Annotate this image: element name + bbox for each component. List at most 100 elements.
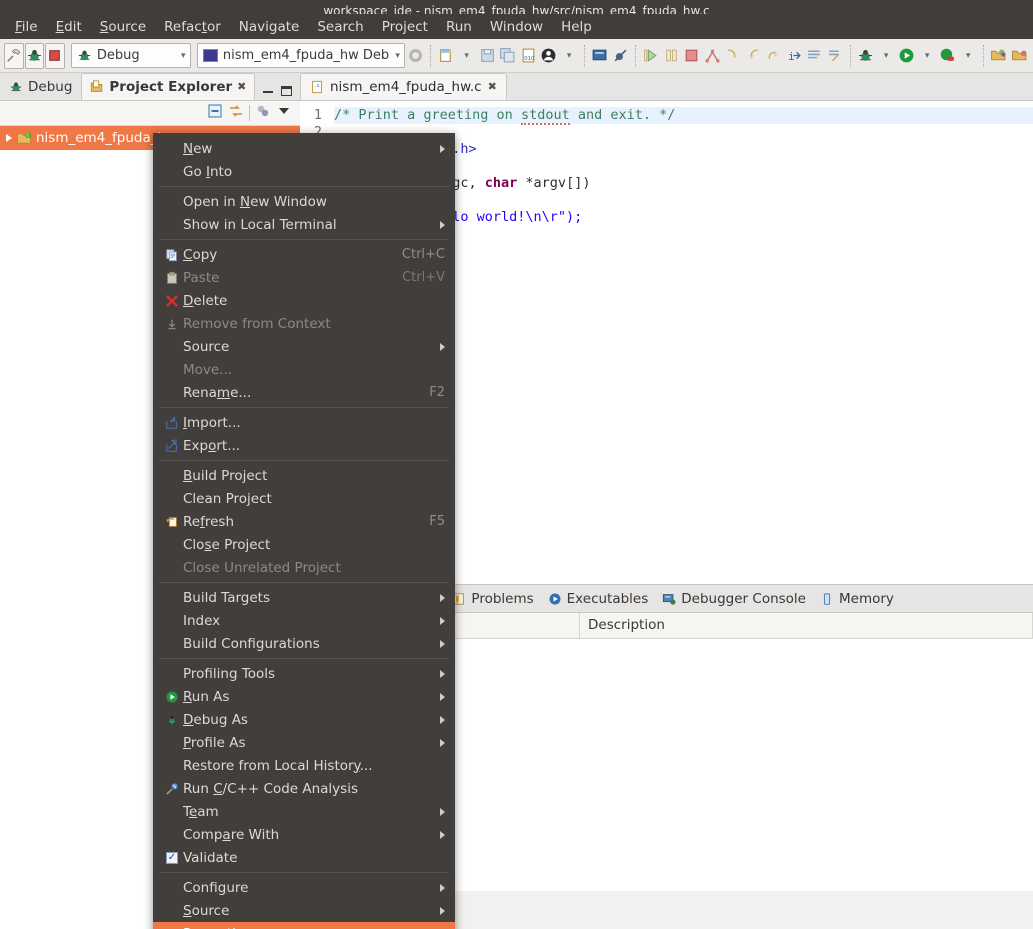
step-over-icon[interactable]: [743, 43, 763, 69]
view-menu-icon[interactable]: [276, 103, 292, 123]
profile-launch-icon[interactable]: [938, 43, 958, 69]
context-menu-item-debug-as[interactable]: Debug As: [153, 708, 455, 731]
bottom-tab-problems[interactable]: Problems: [445, 585, 540, 612]
new-dropdown-chevron-icon[interactable]: ▾: [457, 43, 477, 69]
executables-icon: [549, 592, 561, 605]
context-menu-item-open-in-new-window[interactable]: Open in New Window: [153, 190, 455, 213]
menu-help[interactable]: Help: [552, 17, 601, 37]
context-menu-item-label: Build Targets: [183, 589, 270, 606]
context-menu-item-properties[interactable]: Properties: [153, 922, 455, 929]
submenu-arrow-icon: [440, 220, 445, 229]
menu-navigate[interactable]: Navigate: [230, 17, 309, 37]
save-all-icon[interactable]: [498, 43, 518, 69]
new-file-icon[interactable]: [436, 43, 456, 69]
context-menu-item-restore-from-local-history[interactable]: Restore from Local History...: [153, 754, 455, 777]
context-menu-item-go-into[interactable]: Go Into: [153, 160, 455, 183]
context-menu-item-profile-as[interactable]: Profile As: [153, 731, 455, 754]
context-menu-item-source-1[interactable]: Source: [153, 335, 455, 358]
close-icon[interactable]: ✖: [237, 80, 246, 93]
debug-dropdown-chevron-icon[interactable]: ▾: [876, 43, 896, 69]
bottom-tab-debugger-console[interactable]: Debugger Console: [655, 585, 813, 612]
debug-launch-icon[interactable]: [856, 43, 876, 69]
debug-bug-icon[interactable]: [24, 42, 44, 69]
menu-window[interactable]: Window: [481, 17, 552, 37]
console-icon[interactable]: [590, 43, 610, 69]
maximize-icon[interactable]: [281, 86, 292, 96]
bottom-tab-memory[interactable]: Memory: [813, 585, 901, 612]
show-disassembly-icon[interactable]: [805, 43, 825, 69]
perspective-combo[interactable]: Debug ▾: [70, 43, 191, 68]
person-icon[interactable]: [539, 43, 559, 69]
column-header-description[interactable]: Description: [580, 613, 1033, 639]
open-type-icon[interactable]: [989, 43, 1009, 69]
bottom-tab-executables[interactable]: Executables: [541, 585, 656, 612]
menu-project[interactable]: Project: [373, 17, 437, 37]
context-menu-item-rename[interactable]: Rename... F2: [153, 381, 455, 404]
project-context-menu[interactable]: New Go Into Open in New Window Show in L…: [153, 133, 455, 929]
terminate-stop-icon[interactable]: [45, 42, 65, 69]
context-menu-item-source-2[interactable]: Source: [153, 899, 455, 922]
menu-source[interactable]: Source: [91, 17, 155, 37]
disconnect-icon[interactable]: [702, 43, 722, 69]
save-icon[interactable]: [477, 43, 497, 69]
suspend-icon[interactable]: [661, 43, 681, 69]
chevron-down-icon[interactable]: ▾: [395, 51, 400, 61]
context-menu-item-run-as[interactable]: Run As: [153, 685, 455, 708]
close-icon[interactable]: ✖: [488, 80, 497, 93]
launch-settings-gear-icon[interactable]: [406, 43, 426, 69]
menu-refactor[interactable]: Refactor: [155, 17, 230, 37]
step-into-icon[interactable]: [723, 43, 743, 69]
binary-file-icon[interactable]: 010: [518, 43, 538, 69]
terminate-icon[interactable]: [682, 43, 702, 69]
menu-run[interactable]: Run: [437, 17, 481, 37]
step-return-icon[interactable]: [764, 43, 784, 69]
menu-separator: [159, 872, 449, 873]
focus-active-task-icon[interactable]: [255, 103, 271, 123]
instruction-step-icon[interactable]: i: [784, 43, 804, 69]
context-menu-item-team[interactable]: Team: [153, 800, 455, 823]
line-number: 1: [313, 107, 322, 123]
instruction-stepping-icon[interactable]: [825, 43, 845, 69]
collapse-all-icon[interactable]: [207, 103, 223, 123]
context-menu-item-show-in-local-terminal[interactable]: Show in Local Terminal: [153, 213, 455, 236]
context-menu-item-compare-with[interactable]: Compare With: [153, 823, 455, 846]
context-menu-item-profiling-tools[interactable]: Profiling Tools: [153, 662, 455, 685]
context-menu-item-export[interactable]: Export...: [153, 434, 455, 457]
context-menu-item-refresh[interactable]: Refresh F5: [153, 510, 455, 533]
profile-dropdown-chevron-icon[interactable]: ▾: [958, 43, 978, 69]
checkbox-checked-icon[interactable]: ✓: [161, 851, 183, 864]
person-dropdown-chevron-icon[interactable]: ▾: [559, 43, 579, 69]
tab-debug[interactable]: Debug: [0, 73, 81, 100]
context-menu-item-new[interactable]: New: [153, 137, 455, 160]
open-resource-icon[interactable]: [1009, 43, 1029, 69]
menu-search[interactable]: Search: [308, 17, 372, 37]
chevron-right-icon[interactable]: [6, 134, 12, 142]
tab-project-explorer[interactable]: Project Explorer ✖: [81, 73, 256, 100]
context-menu-item-validate[interactable]: ✓ Validate: [153, 846, 455, 869]
debug-icon: [161, 713, 183, 727]
context-menu-item-clean-project[interactable]: Clean Project: [153, 487, 455, 510]
menu-file[interactable]: FFileile: [6, 17, 47, 37]
menu-edit[interactable]: Edit: [47, 17, 91, 37]
minimize-icon[interactable]: [263, 90, 273, 93]
context-menu-item-build-configurations[interactable]: Build Configurations: [153, 632, 455, 655]
context-menu-item-build-project[interactable]: Build Project: [153, 464, 455, 487]
launch-config-combo[interactable]: nism_em4_fpuda_hw Debug ▾: [196, 43, 405, 68]
context-menu-item-index[interactable]: Index: [153, 609, 455, 632]
context-menu-item-build-targets[interactable]: Build Targets: [153, 586, 455, 609]
menu-separator: [159, 239, 449, 240]
skip-breakpoints-icon[interactable]: [610, 43, 630, 69]
build-hammer-icon[interactable]: [4, 42, 24, 69]
chevron-down-icon[interactable]: ▾: [181, 51, 186, 61]
context-menu-item-configure[interactable]: Configure: [153, 876, 455, 899]
run-launch-icon[interactable]: [897, 43, 917, 69]
context-menu-item-copy[interactable]: Copy Ctrl+C: [153, 243, 455, 266]
resume-icon[interactable]: [641, 43, 661, 69]
context-menu-item-run-code-analysis[interactable]: Run C/C++ Code Analysis: [153, 777, 455, 800]
editor-tab-source[interactable]: .c nism_em4_fpuda_hw.c ✖: [300, 73, 507, 100]
context-menu-item-import[interactable]: Import...: [153, 411, 455, 434]
context-menu-item-close-project[interactable]: Close Project: [153, 533, 455, 556]
context-menu-item-delete[interactable]: Delete: [153, 289, 455, 312]
link-with-editor-icon[interactable]: [228, 103, 244, 123]
run-dropdown-chevron-icon[interactable]: ▾: [917, 43, 937, 69]
